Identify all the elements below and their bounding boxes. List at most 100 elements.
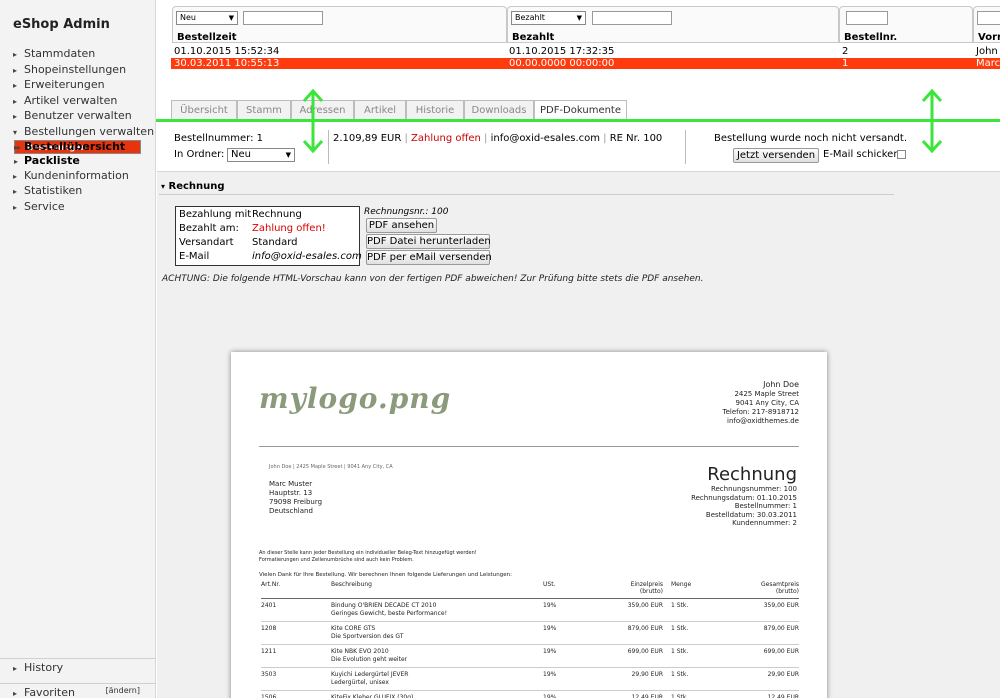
item-cell: 1211 (261, 648, 277, 655)
item-row: 1211 Kite NBK EVO 2010 19% 699,00 EUR 1 Stk.… (261, 648, 799, 666)
paid-filter-select[interactable]: Bezahlt ▼ (511, 11, 586, 25)
sidebar-item-label: Packliste (24, 153, 80, 167)
order-summary: 2.109,89 EUR | Zahlung offen | info@oxid… (333, 133, 662, 144)
bestellzeit-filter-input[interactable] (243, 11, 323, 25)
tab-pdf-dokumente[interactable]: PDF-Dokumente (534, 100, 627, 121)
invoice-title: Rechnung (707, 464, 797, 485)
sidebar-item-label: Bestellungen verwalten (24, 124, 155, 138)
item-cell: 359,00 EUR (627, 602, 663, 609)
sidebar-item-label: History (24, 661, 64, 674)
sidebar-item-kundeninformation[interactable]: ▸ Kundeninformation (0, 168, 156, 184)
sidebar-item-artikel[interactable]: ▸ Artikel verwalten (0, 93, 156, 109)
history-section: ▸ History (0, 658, 156, 676)
cell-bestellzeit: 30.03.2011 10:55:13 (174, 58, 280, 69)
invoice-number-label: Rechnungsnr.: 100 (364, 207, 449, 217)
sidebar-item-statistiken[interactable]: ▸ Statistiken (0, 183, 156, 199)
item-cell: 1 Stk. (671, 602, 689, 609)
download-pdf-button[interactable]: PDF Datei herunterladen (366, 234, 491, 249)
tab-artikel[interactable]: Artikel (354, 100, 406, 121)
divider (261, 644, 799, 645)
payment-status: Zahlung offen (411, 133, 481, 144)
filter-col-bestellzeit: Neu ▼ Bestellzeit (172, 6, 507, 43)
status-filter-select[interactable]: Neu ▼ (176, 11, 238, 25)
meta-line: Bestellnummer: 1 (734, 502, 797, 511)
recipient-address: Marc Muster Hauptstr. 13 79098 Freiburg … (269, 480, 322, 516)
tab-downloads[interactable]: Downloads (464, 100, 534, 121)
chevron-right-icon: ▸ (14, 156, 19, 166)
cell-bestellnr: 1 (842, 58, 849, 69)
info-label: Bezahlt am: (179, 223, 239, 234)
sidebar-item-erweiterungen[interactable]: ▸ Erweiterungen (0, 77, 156, 93)
email-pdf-button[interactable]: PDF per eMail versenden (366, 250, 492, 265)
info-row: Bezahlung mit Rechnung (179, 208, 302, 222)
col-header: Menge (671, 581, 692, 588)
view-pdf-button[interactable]: PDF ansehen (366, 218, 437, 233)
chevron-right-icon: ▸ (13, 112, 18, 122)
sidebar-item-label: Shopeinstellungen (24, 62, 127, 76)
cell-bezahlt: 00.00.0000 00:00:00 (509, 58, 615, 69)
info-row: Bezahlt am: Zahlung offen! (179, 222, 326, 236)
table-row-selected[interactable]: 30.03.2011 10:55:13 00.00.0000 00:00:00 … (171, 58, 1000, 69)
item-cell: 19% (543, 671, 557, 678)
bezahlt-filter-input[interactable] (592, 11, 672, 25)
folder-label: In Ordner: (174, 149, 225, 160)
resize-arrow-icon (921, 88, 943, 154)
sidebar-item-history[interactable]: ▸ History (0, 660, 156, 676)
bestellnr-filter-input[interactable] (846, 11, 888, 25)
address-line: Deutschland (269, 507, 313, 515)
vorname-filter-input[interactable] (977, 11, 1000, 25)
item-cell: 29,90 EUR (767, 671, 799, 678)
separator: | (404, 133, 408, 144)
item-cell: 1 Stk. (671, 694, 689, 698)
sidebar-item-stammdaten[interactable]: ▸ Stammdaten (0, 46, 156, 62)
divider (259, 446, 799, 447)
chevron-right-icon: ▸ (13, 664, 18, 673)
chevron-right-icon: ▸ (13, 81, 18, 91)
item-cell: 1506 (261, 694, 277, 698)
sidebar-item-service[interactable]: ▸ Service (0, 199, 156, 215)
thanks-line: Vielen Dank für Ihre Bestellung. Wir ber… (259, 572, 512, 578)
cell-bezahlt: 01.10.2015 17:32:35 (509, 46, 615, 57)
sidebar-item-shopeinstellungen[interactable]: ▸ Shopeinstellungen (0, 62, 156, 78)
send-email-checkbox[interactable] (897, 150, 906, 159)
chevron-right-icon: ▸ (13, 50, 18, 59)
table-row[interactable]: 01.10.2015 15:52:34 01.10.2015 17:32:35 … (171, 46, 1000, 57)
col-header: Einzelpreis (brutto) (631, 581, 663, 595)
chevron-right-icon: ▸ (13, 65, 18, 75)
folder-select[interactable]: Neu ▼ (227, 148, 295, 162)
sidebar-item-label: Bestellübersicht (24, 139, 126, 153)
item-cell: 1 Stk. (671, 625, 689, 632)
chevron-right-icon: ▸ (13, 187, 18, 197)
sidebar-subitem-bestelluebersicht[interactable]: ▸ Bestellübersicht (14, 140, 156, 154)
preview-warning: ACHTUNG: Die folgende HTML-Vorschau kann… (162, 274, 704, 284)
send-now-button[interactable]: Jetzt versenden (733, 148, 819, 163)
sidebar-item-benutzer[interactable]: ▸ Benutzer verwalten (0, 108, 156, 124)
order-number: Bestellnummer: 1 (174, 133, 264, 144)
sidebar-item-label: Kundeninformation (24, 168, 129, 182)
sidebar-item-label: Erweiterungen (24, 78, 105, 92)
tab-stamm[interactable]: Stamm (237, 100, 291, 121)
change-favorites-link[interactable]: [ändern] (106, 686, 140, 695)
sidebar-subitem-packliste[interactable]: ▸ Packliste (14, 154, 156, 168)
note-line: Formatierungen und Zeilenumbrüche sind a… (259, 557, 414, 563)
chevron-right-icon: ▸ (13, 96, 18, 106)
item-cell: Kuyichi Ledergürtel JEVER (331, 671, 409, 678)
divider (261, 690, 799, 691)
send-email-label: E-Mail schicken? (823, 149, 905, 160)
info-row: E-Mail info@oxid-esales.com (179, 250, 362, 264)
sidebar-item-bestellungen-verwalten[interactable]: ▾ Bestellungen verwalten (0, 124, 156, 140)
shop-address-line: 9041 Any City, CA (735, 399, 799, 407)
chevron-right-icon: ▸ (13, 202, 18, 212)
sidebar-item-label: Stammdaten (24, 47, 96, 60)
tab-historie[interactable]: Historie (406, 100, 464, 121)
shop-email: info@oxidthemes.de (727, 417, 799, 425)
invoice-number: RE Nr. 100 (609, 133, 663, 144)
tab-uebersicht[interactable]: Übersicht (171, 100, 237, 121)
divider (159, 194, 894, 195)
info-value: info@oxid-esales.com (252, 251, 362, 262)
separator: | (603, 133, 607, 144)
section-toggle-rechnung[interactable]: ▾ Rechnung (161, 181, 225, 192)
chevron-down-icon: ▾ (161, 182, 166, 191)
resize-arrow-icon (302, 88, 324, 154)
info-value: Standard (252, 237, 298, 248)
